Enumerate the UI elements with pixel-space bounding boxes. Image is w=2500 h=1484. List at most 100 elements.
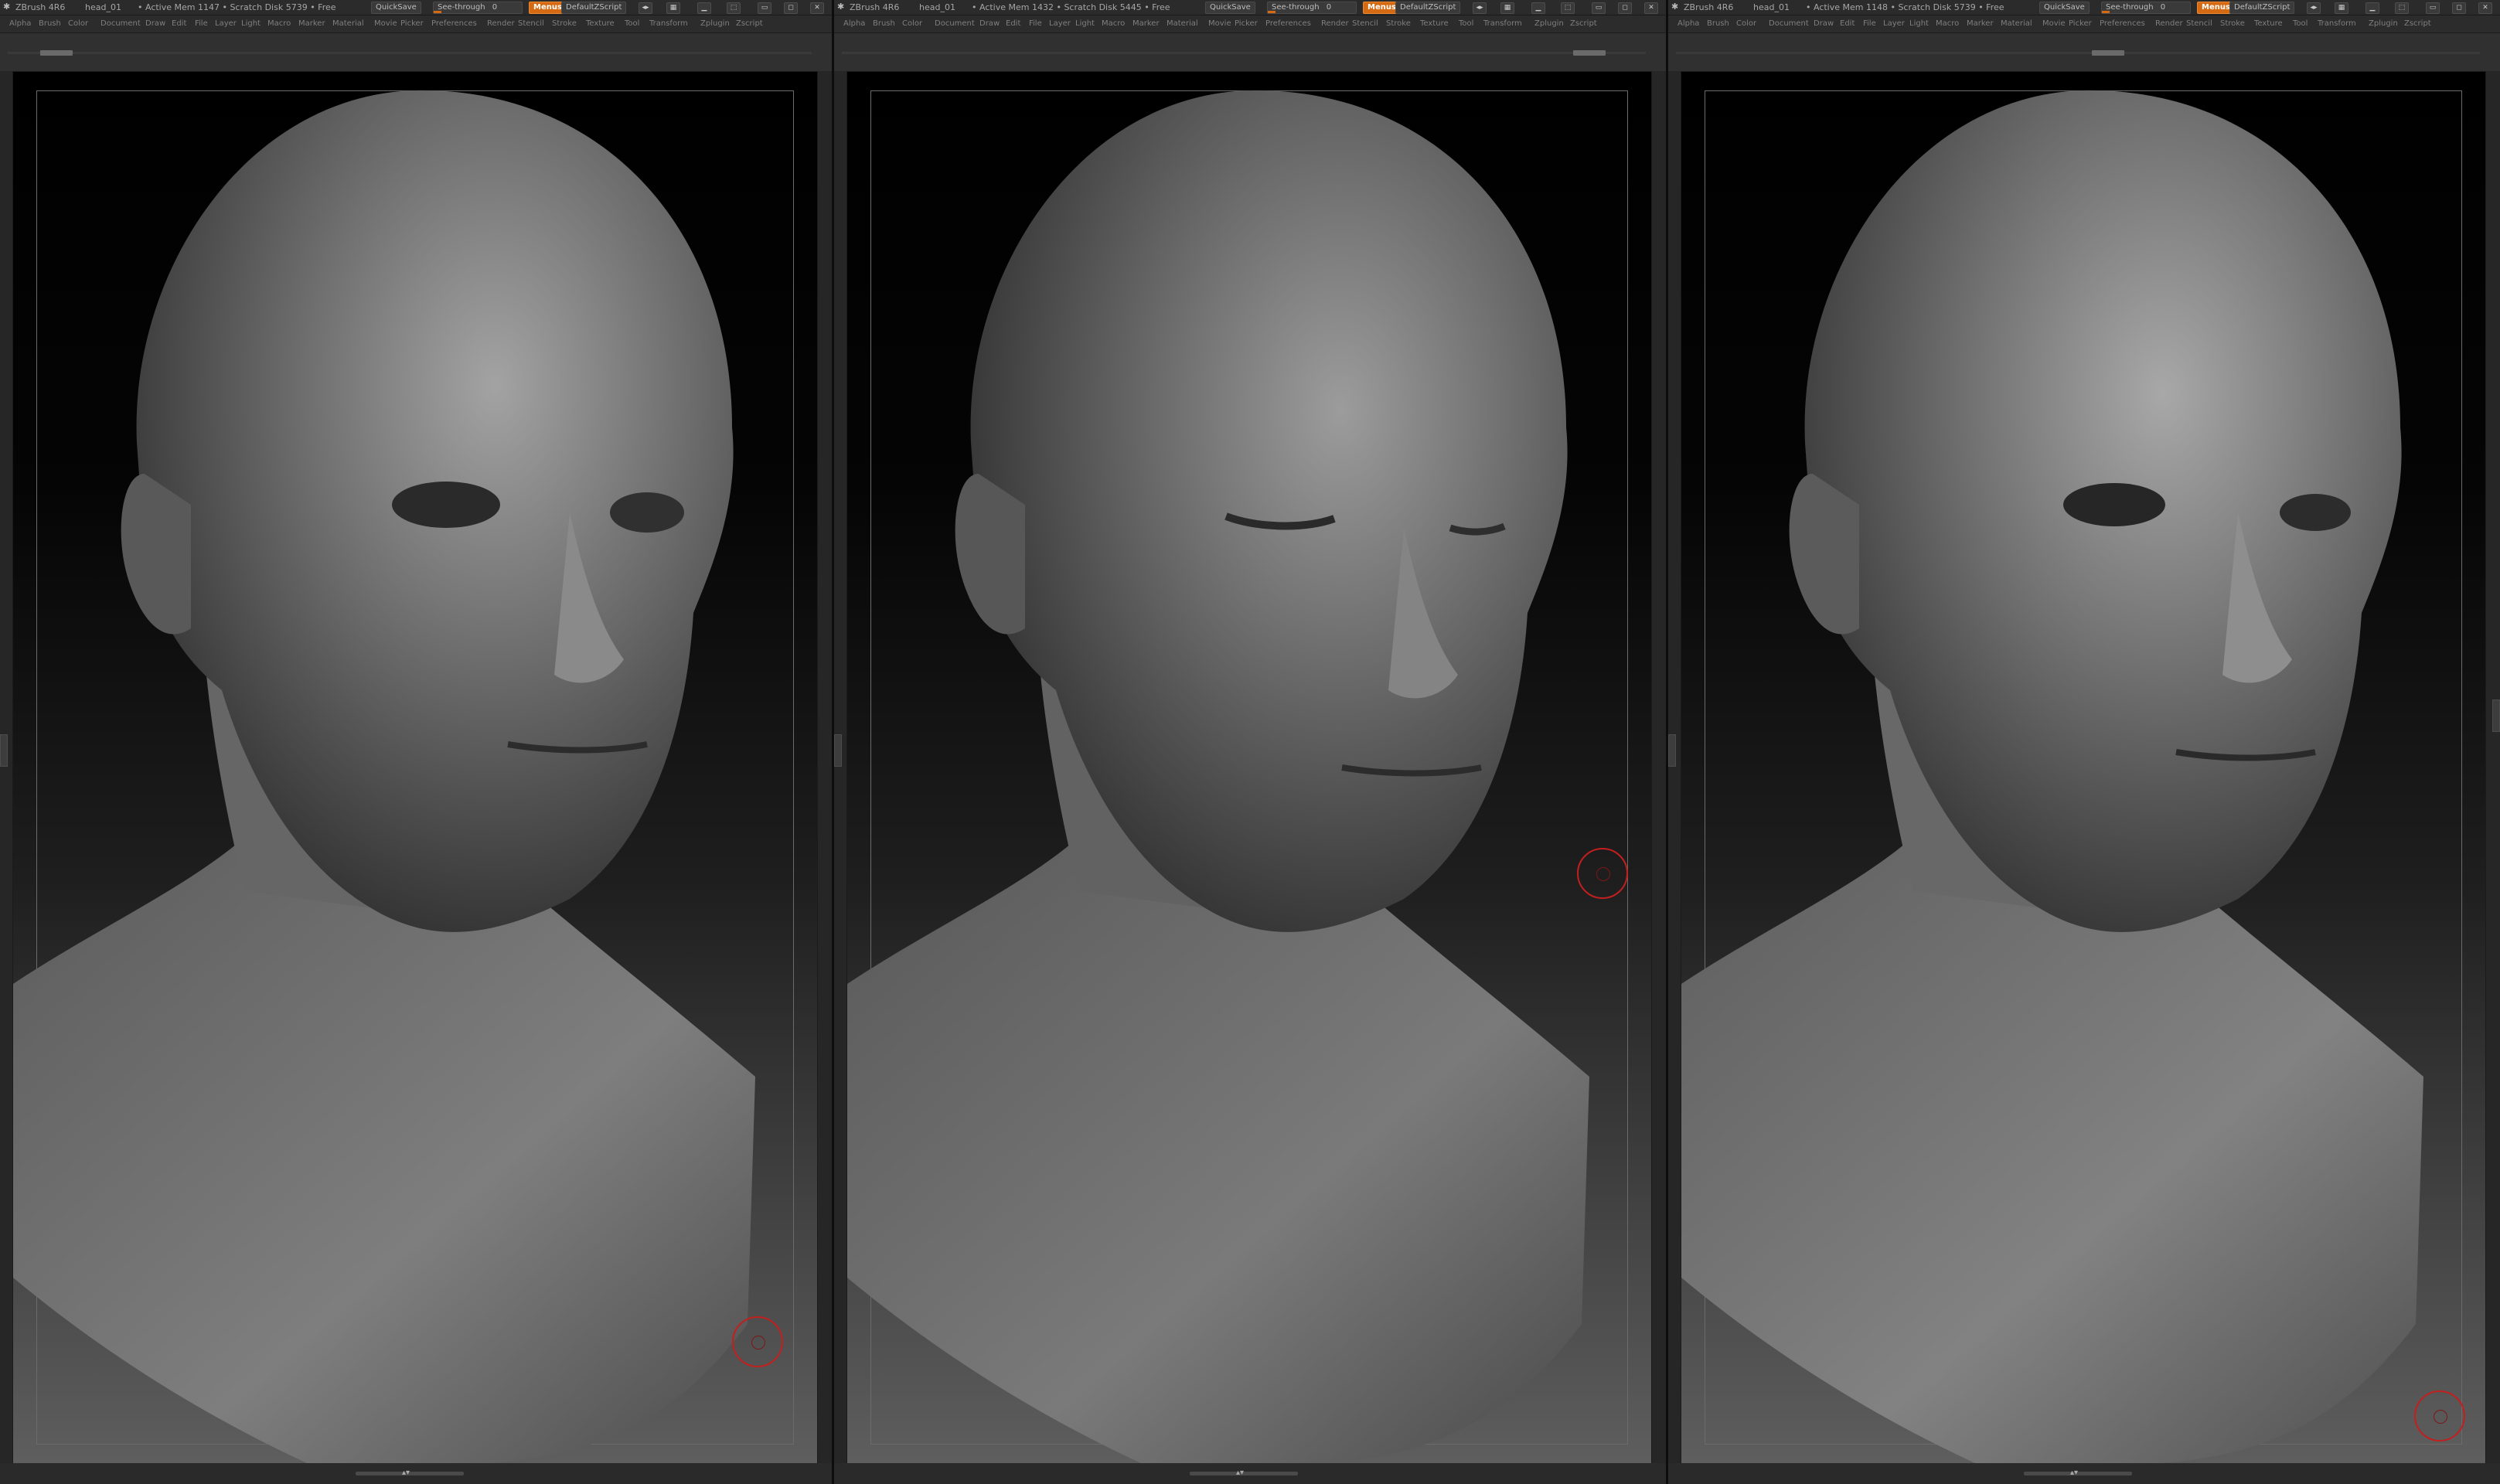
- quicksave-button[interactable]: QuickSave: [2039, 2, 2090, 14]
- zbrush-logo-icon[interactable]: ✱: [1671, 2, 1681, 12]
- menu-material[interactable]: Material: [332, 19, 364, 29]
- arrow-icon[interactable]: ◂▸: [2307, 2, 2321, 14]
- see-through-slider[interactable]: See-through 0: [2101, 2, 2191, 14]
- menu-stroke[interactable]: Stroke: [552, 19, 577, 29]
- menu-color[interactable]: Color: [902, 19, 922, 29]
- menu-movie[interactable]: Movie: [2042, 19, 2066, 29]
- menu-render[interactable]: Render: [1321, 19, 1349, 29]
- layout-icon[interactable]: ▦: [1500, 2, 1514, 14]
- see-through-slider[interactable]: See-through 0: [433, 2, 523, 14]
- menu-tool[interactable]: Tool: [2293, 19, 2308, 29]
- close-icon[interactable]: ✕: [1644, 2, 1658, 14]
- menu-zscript[interactable]: Zscript: [736, 19, 763, 29]
- close-icon[interactable]: ✕: [810, 2, 824, 14]
- script-button[interactable]: DefaultZScript: [561, 2, 627, 14]
- menu-light[interactable]: Light: [1909, 19, 1929, 29]
- menu-material[interactable]: Material: [2001, 19, 2032, 29]
- restore-icon[interactable]: ◻: [784, 2, 798, 14]
- menu-material[interactable]: Material: [1167, 19, 1198, 29]
- script-button[interactable]: DefaultZScript: [2229, 2, 2295, 14]
- menu-color[interactable]: Color: [68, 19, 88, 29]
- menu-preferences[interactable]: Preferences: [2100, 19, 2145, 29]
- menu-marker[interactable]: Marker: [1132, 19, 1160, 29]
- menu-layer[interactable]: Layer: [1883, 19, 1905, 29]
- shelf-scroll-handle[interactable]: [1573, 50, 1606, 56]
- menu-draw[interactable]: Draw: [1814, 19, 1834, 29]
- menu-macro[interactable]: Macro: [1102, 19, 1125, 29]
- menu-marker[interactable]: Marker: [1967, 19, 1994, 29]
- lock-icon[interactable]: ⬚: [727, 2, 741, 14]
- menu-picker[interactable]: Picker: [1235, 19, 1258, 29]
- minimize-icon[interactable]: ▁: [2365, 2, 2379, 14]
- menu-brush[interactable]: Brush: [1707, 19, 1729, 29]
- menu-stencil[interactable]: Stencil: [2186, 19, 2212, 29]
- menu-preferences[interactable]: Preferences: [431, 19, 477, 29]
- zbrush-logo-icon[interactable]: ✱: [837, 2, 846, 12]
- menu-texture[interactable]: Texture: [586, 19, 615, 29]
- menu-layer[interactable]: Layer: [1049, 19, 1071, 29]
- quicksave-button[interactable]: QuickSave: [371, 2, 421, 14]
- menu-alpha[interactable]: Alpha: [843, 19, 865, 29]
- menu-file[interactable]: File: [195, 19, 208, 29]
- menu-document[interactable]: Document: [1769, 19, 1809, 29]
- menu-stencil[interactable]: Stencil: [1352, 19, 1378, 29]
- restore-icon[interactable]: ▭: [1592, 2, 1606, 14]
- menu-edit[interactable]: Edit: [172, 19, 186, 29]
- quicksave-button[interactable]: QuickSave: [1205, 2, 1255, 14]
- layout-icon[interactable]: ▦: [2335, 2, 2348, 14]
- lock-icon[interactable]: ⬚: [1561, 2, 1575, 14]
- menu-zplugin[interactable]: Zplugin: [1534, 19, 1564, 29]
- restore-icon[interactable]: ◻: [1618, 2, 1632, 14]
- menu-picker[interactable]: Picker: [400, 19, 424, 29]
- shelf-scroll-handle[interactable]: [40, 50, 73, 56]
- left-tray-handle[interactable]: [0, 734, 8, 767]
- menu-zplugin[interactable]: Zplugin: [2369, 19, 2398, 29]
- menu-stroke[interactable]: Stroke: [2220, 19, 2245, 29]
- menu-color[interactable]: Color: [1736, 19, 1756, 29]
- shelf-scroll-track[interactable]: [842, 52, 1646, 54]
- restore-icon[interactable]: ▭: [2426, 2, 2440, 14]
- expand-arrow-icon[interactable]: ▴▾: [402, 1469, 410, 1477]
- menu-light[interactable]: Light: [1075, 19, 1095, 29]
- menu-movie[interactable]: Movie: [1208, 19, 1231, 29]
- close-icon[interactable]: ✕: [2478, 2, 2492, 14]
- menu-zscript[interactable]: Zscript: [1570, 19, 1597, 29]
- menu-macro[interactable]: Macro: [267, 19, 291, 29]
- menu-file[interactable]: File: [1029, 19, 1042, 29]
- menu-document[interactable]: Document: [935, 19, 975, 29]
- menu-transform[interactable]: Transform: [649, 19, 688, 29]
- shelf-scroll-track[interactable]: [1676, 52, 2480, 54]
- menu-stroke[interactable]: Stroke: [1386, 19, 1411, 29]
- document-canvas[interactable]: [846, 71, 1652, 1464]
- menu-render[interactable]: Render: [2155, 19, 2183, 29]
- menu-render[interactable]: Render: [487, 19, 515, 29]
- restore-icon[interactable]: ▭: [758, 2, 771, 14]
- minimize-icon[interactable]: ▁: [1531, 2, 1545, 14]
- menu-marker[interactable]: Marker: [298, 19, 325, 29]
- arrow-icon[interactable]: ◂▸: [639, 2, 652, 14]
- restore-icon[interactable]: ◻: [2452, 2, 2466, 14]
- menu-macro[interactable]: Macro: [1936, 19, 1959, 29]
- menu-texture[interactable]: Texture: [2254, 19, 2283, 29]
- menu-document[interactable]: Document: [100, 19, 141, 29]
- menu-tool[interactable]: Tool: [1459, 19, 1473, 29]
- menu-edit[interactable]: Edit: [1840, 19, 1855, 29]
- menu-brush[interactable]: Brush: [873, 19, 895, 29]
- menu-draw[interactable]: Draw: [979, 19, 1000, 29]
- right-tray-handle[interactable]: [2492, 699, 2500, 732]
- menu-layer[interactable]: Layer: [215, 19, 237, 29]
- menu-picker[interactable]: Picker: [2069, 19, 2092, 29]
- menu-draw[interactable]: Draw: [145, 19, 165, 29]
- menu-movie[interactable]: Movie: [374, 19, 397, 29]
- zbrush-logo-icon[interactable]: ✱: [3, 2, 12, 12]
- lock-icon[interactable]: ⬚: [2395, 2, 2409, 14]
- expand-arrow-icon[interactable]: ▴▾: [2070, 1469, 2078, 1477]
- menu-file[interactable]: File: [1863, 19, 1876, 29]
- menu-edit[interactable]: Edit: [1006, 19, 1020, 29]
- menu-alpha[interactable]: Alpha: [9, 19, 31, 29]
- left-tray-handle[interactable]: [834, 734, 842, 767]
- document-canvas[interactable]: [12, 71, 818, 1464]
- menu-stencil[interactable]: Stencil: [518, 19, 544, 29]
- menu-brush[interactable]: Brush: [39, 19, 61, 29]
- document-canvas[interactable]: [1681, 71, 2486, 1464]
